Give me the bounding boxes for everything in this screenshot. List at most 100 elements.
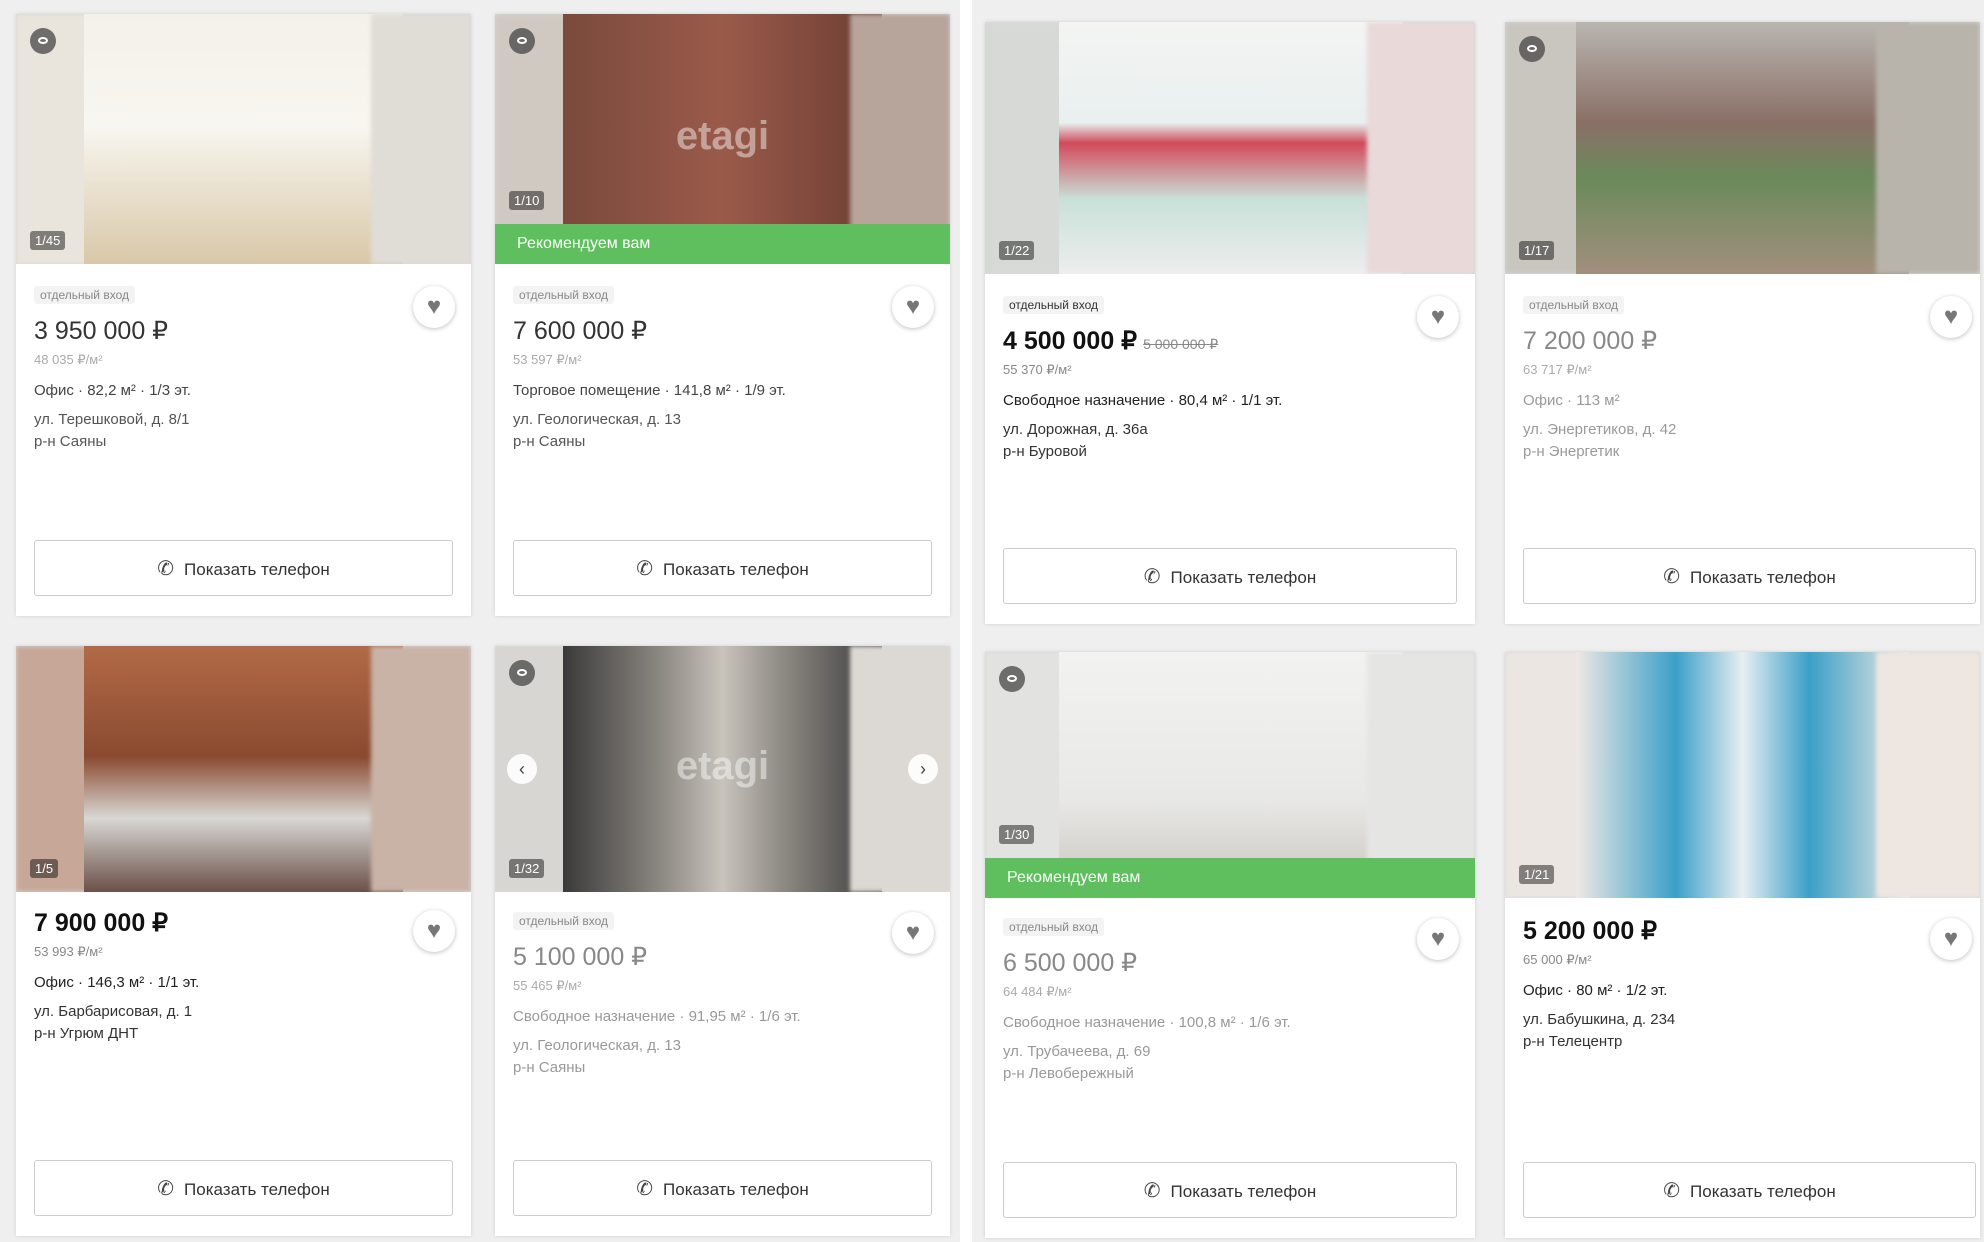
listing-info: Торговое помещение · 141,8 м² · 1/9 эт. <box>513 382 786 399</box>
listing-address: ул. Дорожная, д. 36а <box>1003 421 1148 438</box>
listing-address: ул. Терешковой, д. 8/1 <box>34 411 190 428</box>
listing-photo[interactable]: 1/22 <box>985 22 1475 274</box>
favorite-heart-icon[interactable]: ♥ <box>1417 918 1459 960</box>
listing-tag: отдельный вход <box>34 286 135 304</box>
show-phone-button[interactable]: ✆ Показать телефон <box>1523 548 1976 604</box>
price-per-meter: 65 000 ₽/м² <box>1523 952 1592 967</box>
listing-district: р-н Угрюм ДНТ <box>34 1025 139 1042</box>
listing-address: ул. Геологическая, д. 13 <box>513 1037 681 1054</box>
listing-photo[interactable]: 1/21 <box>1505 652 1980 898</box>
listing-price: 4 500 000 ₽ <box>1003 327 1138 355</box>
old-price: 5 000 000 ₽ <box>1143 336 1219 352</box>
listing-photo[interactable]: etagi ‹ › 1/32 <box>495 646 950 892</box>
show-phone-button[interactable]: ✆ Показать телефон <box>34 540 453 596</box>
eye-icon <box>509 28 535 54</box>
price-per-meter: 53 993 ₽/м² <box>34 944 103 959</box>
listing-district: р-н Буровой <box>1003 443 1087 460</box>
favorite-heart-icon[interactable]: ♥ <box>1930 918 1972 960</box>
favorite-heart-icon[interactable]: ♥ <box>892 286 934 328</box>
listing-district: р-н Энергетик <box>1523 443 1620 460</box>
listing-address: ул. Энергетиков, д. 42 <box>1523 421 1677 438</box>
show-phone-button[interactable]: ✆ Показать телефон <box>513 540 932 596</box>
price-per-meter: 63 717 ₽/м² <box>1523 362 1592 377</box>
listing-tag: отдельный вход <box>1003 918 1104 936</box>
listing-price: 5 200 000 ₽ <box>1523 917 1658 945</box>
listing-price: 7 600 000 ₽ <box>513 317 648 345</box>
show-phone-button[interactable]: ✆ Показать телефон <box>1523 1162 1976 1218</box>
watermark: etagi <box>675 744 770 789</box>
photo-counter: 1/10 <box>509 191 545 210</box>
listing-card[interactable]: 1/22 отдельный вход 4 500 000 ₽ 5 000 000… <box>985 22 1475 624</box>
listing-district: р-н Саяны <box>513 1059 586 1076</box>
show-phone-button[interactable]: ✆ Показать телефон <box>1003 1162 1457 1218</box>
listing-photo[interactable]: 1/5 <box>16 646 471 892</box>
listing-district: р-н Левобережный <box>1003 1065 1134 1082</box>
listing-info: Свободное назначение · 80,4 м² · 1/1 эт. <box>1003 392 1283 409</box>
listing-tag: отдельный вход <box>1003 296 1104 314</box>
phone-icon: ✆ <box>1143 1180 1161 1202</box>
photo-counter: 1/32 <box>509 859 545 878</box>
phone-icon: ✆ <box>157 558 175 580</box>
listing-info: Офис · 146,3 м² · 1/1 эт. <box>34 974 200 991</box>
eye-icon <box>1519 36 1545 62</box>
watermark: etagi <box>675 114 770 158</box>
price-per-meter: 48 035 ₽/м² <box>34 352 103 367</box>
listing-photo[interactable]: 1/17 <box>1505 22 1980 274</box>
listing-price: 7 900 000 ₽ <box>34 909 169 937</box>
listing-info: Офис · 113 м² <box>1523 392 1620 409</box>
favorite-heart-icon[interactable]: ♥ <box>413 910 455 952</box>
listing-card[interactable]: 1/5 7 900 000 ₽ 53 993 ₽/м² Офис · 146,3… <box>16 646 471 1236</box>
listing-address: ул. Барбарисовая, д. 1 <box>34 1003 193 1020</box>
listing-tag: отдельный вход <box>513 286 614 304</box>
phone-icon: ✆ <box>636 558 654 580</box>
chevron-right-icon[interactable]: › <box>908 754 938 784</box>
photo-counter: 1/21 <box>1519 865 1555 884</box>
phone-icon: ✆ <box>157 1178 175 1200</box>
phone-icon: ✆ <box>1663 566 1681 588</box>
price-per-meter: 53 597 ₽/м² <box>513 352 582 367</box>
listing-card[interactable]: 1/45 отдельный вход 3 950 000 ₽ 48 035 ₽… <box>16 14 471 616</box>
listing-price: 7 200 000 ₽ <box>1523 327 1658 355</box>
listing-card[interactable]: 1/30 Рекомендуем вам отдельный вход 6 50… <box>985 652 1475 1238</box>
favorite-heart-icon[interactable]: ♥ <box>1417 296 1459 338</box>
photo-counter: 1/45 <box>30 231 66 250</box>
photo-counter: 1/30 <box>999 825 1035 844</box>
chevron-left-icon[interactable]: ‹ <box>507 754 537 784</box>
listing-district: р-н Саяны <box>34 433 107 450</box>
listing-card[interactable]: 1/17 отдельный вход 7 200 000 ₽ 63 717 ₽… <box>1505 22 1980 624</box>
show-phone-button[interactable]: ✆ Показать телефон <box>513 1160 932 1216</box>
phone-icon: ✆ <box>1143 566 1161 588</box>
listing-card[interactable]: etagi 1/10 Рекомендуем вам отдельный вхо… <box>495 14 950 616</box>
price-per-meter: 64 484 ₽/м² <box>1003 984 1072 999</box>
eye-icon <box>30 28 56 54</box>
listing-district: р-н Саяны <box>513 433 586 450</box>
phone-icon: ✆ <box>1663 1180 1681 1202</box>
listing-tag: отдельный вход <box>513 912 614 930</box>
listing-card[interactable]: 1/21 5 200 000 ₽ 65 000 ₽/м² Офис · 80 м… <box>1505 652 1980 1238</box>
favorite-heart-icon[interactable]: ♥ <box>892 912 934 954</box>
listing-price: 6 500 000 ₽ <box>1003 949 1138 977</box>
price-per-meter: 55 370 ₽/м² <box>1003 362 1072 377</box>
listing-district: р-н Телецентр <box>1523 1033 1623 1050</box>
show-phone-button[interactable]: ✆ Показать телефон <box>1003 548 1457 604</box>
listing-address: ул. Бабушкина, д. 234 <box>1523 1011 1676 1028</box>
listing-photo[interactable]: etagi 1/10 Рекомендуем вам <box>495 14 950 264</box>
listing-card[interactable]: etagi ‹ › 1/32 отдельный вход 5 100 000 … <box>495 646 950 1236</box>
show-phone-button[interactable]: ✆ Показать телефон <box>34 1160 453 1216</box>
price-per-meter: 55 465 ₽/м² <box>513 978 582 993</box>
listing-info: Офис · 82,2 м² · 1/3 эт. <box>34 382 191 399</box>
eye-icon <box>999 666 1025 692</box>
listing-photo[interactable]: 1/30 Рекомендуем вам <box>985 652 1475 898</box>
photo-counter: 1/17 <box>1519 241 1555 260</box>
listing-tag: отдельный вход <box>1523 296 1624 314</box>
photo-counter: 1/22 <box>999 241 1035 260</box>
listing-photo[interactable]: 1/45 <box>16 14 471 264</box>
listing-info: Свободное назначение · 91,95 м² · 1/6 эт… <box>513 1008 801 1025</box>
recommended-banner: Рекомендуем вам <box>495 224 950 264</box>
listing-price: 5 100 000 ₽ <box>513 943 648 971</box>
recommended-banner: Рекомендуем вам <box>985 858 1475 898</box>
favorite-heart-icon[interactable]: ♥ <box>413 286 455 328</box>
favorite-heart-icon[interactable]: ♥ <box>1930 296 1972 338</box>
photo-counter: 1/5 <box>30 859 59 878</box>
listing-info: Офис · 80 м² · 1/2 эт. <box>1523 982 1668 999</box>
